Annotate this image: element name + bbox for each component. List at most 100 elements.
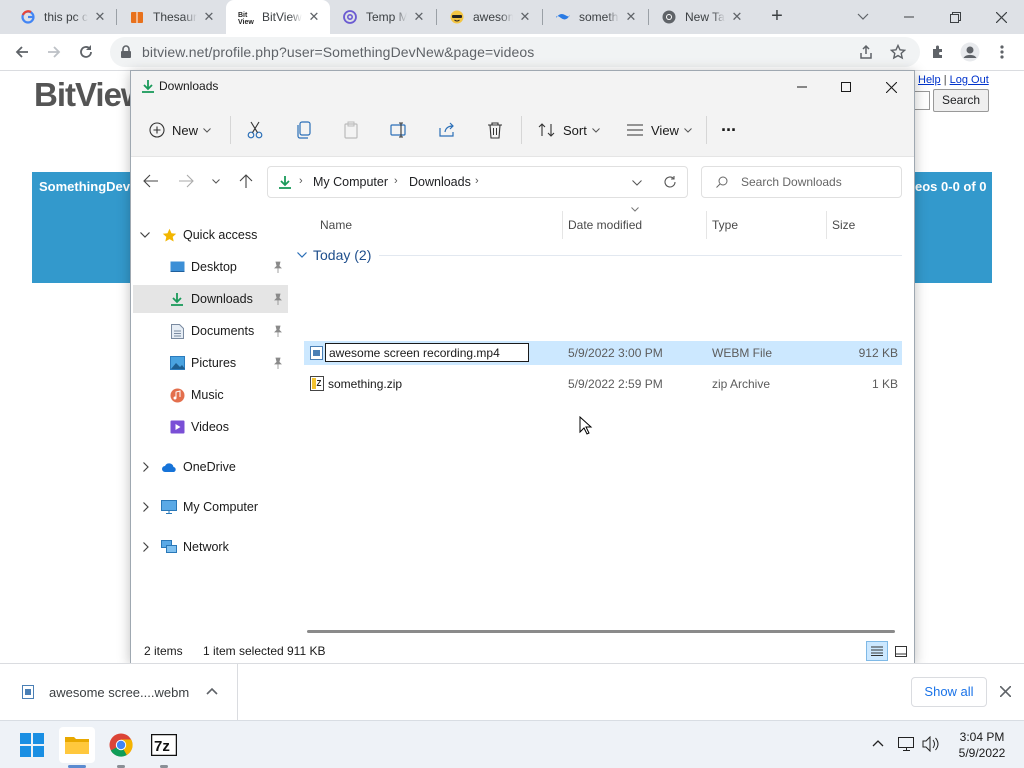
tab-something[interactable]: someth ✕ — [543, 0, 647, 34]
nav-desktop[interactable]: Desktop — [133, 253, 288, 281]
copy-icon[interactable] — [296, 114, 316, 146]
rename-input[interactable]: awesome screen recording.mp4 — [325, 343, 529, 362]
column-separator[interactable] — [706, 211, 707, 239]
nav-music[interactable]: Music — [133, 381, 288, 409]
pin-icon[interactable] — [272, 261, 284, 273]
breadcrumb-downloads[interactable]: Downloads — [409, 175, 471, 189]
paste-icon[interactable] — [343, 114, 363, 146]
column-separator[interactable] — [826, 211, 827, 239]
recent-locations-chevron-icon[interactable] — [212, 179, 220, 184]
column-header-type[interactable]: Type — [712, 215, 738, 235]
close-icon[interactable] — [1000, 686, 1011, 697]
address-history-chevron-icon[interactable] — [632, 180, 642, 186]
nav-onedrive[interactable]: OneDrive — [131, 453, 288, 481]
tab-thesaurus[interactable]: Thesaur ✕ — [117, 0, 225, 34]
tab-bitview[interactable]: Bit View BitView ✕ — [226, 0, 330, 34]
download-item[interactable]: awesome scree....webm — [0, 664, 238, 720]
close-tab-icon[interactable]: ✕ — [92, 9, 108, 25]
refresh-icon[interactable] — [663, 175, 677, 189]
close-tab-icon[interactable]: ✕ — [411, 9, 427, 25]
windows-start-icon[interactable] — [14, 727, 50, 763]
nav-documents[interactable]: Documents — [133, 317, 288, 345]
extensions-icon[interactable] — [924, 38, 952, 66]
chevron-down-icon[interactable] — [139, 229, 151, 241]
channel-name[interactable]: SomethingDev — [39, 179, 130, 194]
browser-restore-button[interactable] — [932, 0, 978, 34]
reload-button[interactable] — [72, 38, 100, 66]
more-options-button[interactable]: ··· — [721, 114, 737, 146]
close-tab-icon[interactable]: ✕ — [306, 9, 322, 25]
lock-icon[interactable] — [120, 45, 132, 59]
chrome-menu-icon[interactable] — [988, 38, 1016, 66]
back-arrow-icon[interactable] — [143, 174, 159, 188]
rename-icon[interactable] — [390, 114, 410, 146]
chrome-taskbar-icon[interactable] — [103, 727, 139, 763]
close-tab-icon[interactable]: ✕ — [201, 9, 217, 25]
tab-temp-mail[interactable]: Temp M ✕ — [330, 0, 435, 34]
column-header-size[interactable]: Size — [832, 215, 855, 235]
help-link[interactable]: Help — [918, 74, 941, 86]
logout-link[interactable]: Log Out — [950, 74, 989, 86]
share-file-icon[interactable] — [439, 114, 459, 146]
up-arrow-icon[interactable] — [239, 173, 253, 189]
table-row[interactable]: awesome screen recording.mp4 5/9/2022 3:… — [304, 341, 902, 365]
pin-icon[interactable] — [272, 357, 284, 369]
close-tab-icon[interactable]: ✕ — [623, 9, 639, 25]
tab-new-tab[interactable]: New Tab ✕ — [649, 0, 753, 34]
cut-icon[interactable] — [247, 114, 267, 146]
forward-button[interactable] — [40, 38, 68, 66]
bookmark-star-icon[interactable] — [890, 44, 906, 60]
search-box[interactable]: Search Downloads — [701, 166, 902, 198]
column-header-name[interactable]: Name — [320, 215, 352, 235]
share-icon[interactable] — [858, 44, 874, 60]
clock[interactable]: 3:04 PM 5/9/2022 — [944, 729, 1020, 761]
group-header-today[interactable]: Today (2) — [297, 247, 902, 263]
nav-network[interactable]: Network — [131, 533, 288, 561]
tab-emoji[interactable]: awesom ✕ — [437, 0, 541, 34]
browser-close-button[interactable] — [978, 0, 1024, 34]
bitview-logo[interactable]: BitView — [34, 76, 147, 114]
large-icons-view-icon[interactable] — [891, 641, 911, 661]
network-status-icon[interactable] — [898, 736, 916, 752]
close-button[interactable] — [868, 71, 914, 103]
sort-button[interactable]: Sort — [538, 114, 600, 146]
close-tab-icon[interactable]: ✕ — [517, 9, 533, 25]
delete-icon[interactable] — [487, 114, 507, 146]
new-tab-button[interactable]: + — [764, 5, 790, 29]
breadcrumb-my-computer[interactable]: My Computer — [313, 175, 388, 189]
chevron-right-icon[interactable] — [140, 501, 152, 513]
column-header-date-modified[interactable]: Date modified — [568, 215, 642, 235]
forward-arrow-icon[interactable] — [178, 174, 194, 188]
browser-minimize-button[interactable] — [886, 0, 932, 34]
pin-icon[interactable] — [272, 293, 284, 305]
details-view-icon[interactable] — [866, 641, 888, 661]
chevron-up-icon[interactable] — [206, 687, 218, 695]
hidden-icons-chevron-icon[interactable] — [872, 739, 884, 747]
table-row[interactable]: Z something.zip 5/9/2022 2:59 PM zip Arc… — [304, 372, 902, 396]
column-separator[interactable] — [562, 211, 563, 239]
site-search-button[interactable]: Search — [933, 89, 989, 112]
pin-icon[interactable] — [272, 325, 284, 337]
back-button[interactable] — [8, 38, 36, 66]
tab-search-icon[interactable] — [840, 0, 886, 34]
address-bar[interactable]: bitview.net/profile.php?user=SomethingDe… — [110, 37, 920, 67]
profile-avatar[interactable] — [956, 38, 984, 66]
nav-downloads[interactable]: Downloads — [133, 285, 288, 313]
chevron-right-icon[interactable] — [140, 541, 152, 553]
nav-my-computer[interactable]: My Computer — [131, 493, 288, 521]
minimize-button[interactable] — [779, 71, 825, 103]
chevron-right-icon[interactable] — [140, 461, 152, 473]
horizontal-scrollbar[interactable] — [307, 630, 895, 633]
close-tab-icon[interactable]: ✕ — [729, 9, 745, 25]
breadcrumb-bar[interactable]: › My Computer › Downloads › — [267, 166, 688, 198]
nav-quick-access[interactable]: Quick access — [131, 221, 288, 249]
show-all-button[interactable]: Show all — [911, 677, 987, 707]
explorer-title-bar[interactable]: Downloads — [131, 71, 914, 103]
file-explorer-taskbar-icon[interactable] — [59, 727, 95, 763]
7zip-taskbar-icon[interactable]: 7z — [146, 727, 182, 763]
volume-icon[interactable] — [922, 736, 940, 752]
new-button[interactable]: New — [149, 114, 211, 146]
view-button[interactable]: View — [627, 114, 692, 146]
nav-pictures[interactable]: Pictures — [133, 349, 288, 377]
nav-videos[interactable]: Videos — [133, 413, 288, 441]
